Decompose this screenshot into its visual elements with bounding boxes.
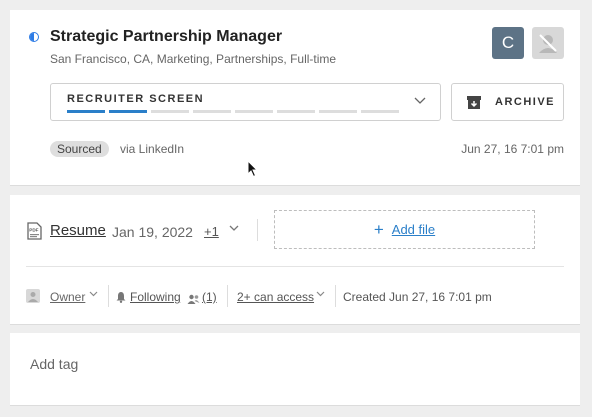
plus-icon: +: [373, 219, 384, 239]
owner-avatar: [26, 289, 40, 303]
divider: [108, 285, 109, 307]
add-file-label: Add file: [391, 222, 436, 237]
archive-label: ARCHIVE: [495, 96, 556, 108]
archive-button[interactable]: ARCHIVE: [451, 83, 564, 121]
archive-box-icon: [466, 94, 482, 115]
followers-count[interactable]: (1): [202, 290, 217, 304]
stage-segment: [67, 110, 105, 113]
stage-segment: [109, 110, 147, 113]
source-date: Jun 27, 16 7:01 pm: [461, 142, 564, 156]
created-date: Created Jun 27, 16 7:01 pm: [343, 290, 492, 304]
chevron-down-icon[interactable]: [89, 289, 98, 300]
chevron-down-icon[interactable]: [316, 289, 325, 300]
pdf-file-icon: PDF: [27, 222, 42, 245]
pdf-icon-text: PDF: [29, 228, 38, 233]
avatar[interactable]: C: [492, 27, 524, 59]
chevron-down-icon[interactable]: [229, 223, 239, 235]
stage-segment: [235, 110, 273, 113]
stage-dropdown[interactable]: RECRUITER SCREEN: [50, 83, 441, 121]
job-title[interactable]: Strategic Partnership Manager: [50, 28, 282, 46]
mouse-cursor-icon: [247, 159, 259, 183]
people-icon: [187, 291, 200, 309]
stage-segment: [319, 110, 357, 113]
following-button[interactable]: Following: [130, 290, 181, 304]
bell-icon: [115, 290, 127, 308]
access-dropdown[interactable]: 2+ can access: [237, 290, 314, 304]
stage-segment: [193, 110, 231, 113]
unassigned-user-icon[interactable]: [532, 27, 564, 59]
chevron-down-icon: [414, 94, 426, 108]
tags-card[interactable]: Add tag: [10, 333, 580, 406]
more-files-button[interactable]: +1: [204, 224, 219, 239]
add-tag-input[interactable]: Add tag: [30, 356, 78, 372]
avatar-letter: C: [501, 33, 515, 52]
stage-segment: [151, 110, 189, 113]
resume-link[interactable]: Resume: [50, 222, 106, 239]
candidate-header-card: Strategic Partnership Manager San Franci…: [10, 10, 580, 186]
stage-progress: [67, 110, 399, 113]
stage-segment: [277, 110, 315, 113]
divider: [335, 285, 336, 307]
add-file-button[interactable]: + Add file: [274, 210, 535, 249]
divider: [227, 285, 228, 307]
source-via: via LinkedIn: [120, 142, 185, 156]
divider: [257, 219, 258, 241]
stage-label: RECRUITER SCREEN: [67, 93, 205, 105]
owner-dropdown[interactable]: Owner: [50, 290, 85, 304]
resume-date: Jan 19, 2022: [112, 224, 193, 240]
divider: [26, 266, 564, 267]
half-circle-status-icon: [29, 32, 39, 42]
job-subtitle: San Francisco, CA, Marketing, Partnershi…: [50, 52, 337, 66]
files-card: PDF Resume Jan 19, 2022 +1 + Add file Ow…: [10, 195, 580, 325]
source-badge: Sourced: [50, 141, 109, 157]
stage-segment: [361, 110, 399, 113]
